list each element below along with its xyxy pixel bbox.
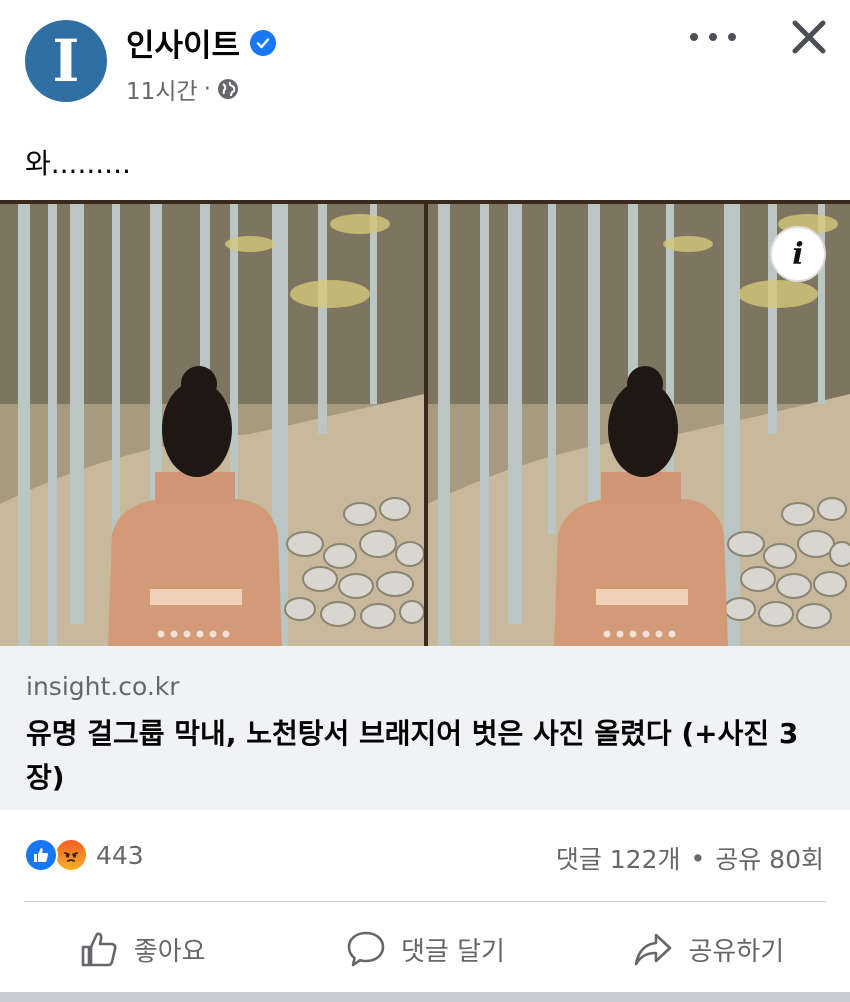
angry-reaction-icon [54,838,88,872]
share-button[interactable]: 공유하기 [567,910,850,988]
post-time[interactable]: 11시간 [126,72,198,106]
reaction-summary[interactable]: 443 [24,838,144,872]
bottom-edge [0,992,850,1002]
page-name-row: 인사이트 [126,20,277,65]
thumbs-up-icon [81,932,117,967]
meta-separator: · [203,76,211,102]
like-reaction-icon [24,838,58,872]
link-preview[interactable]: insight.co.kr 유명 걸그룹 막내, 노천탕서 브래지어 벗은 사진… [0,646,850,810]
post-photos[interactable] [0,200,850,646]
like-button[interactable]: 좋아요 [0,910,283,988]
comment-button[interactable]: 댓글 달기 [283,910,566,988]
post-header: I 인사이트 11시간 · [0,0,850,120]
post-meta: 11시간 · [126,72,239,106]
divider [24,901,826,902]
more-options-icon[interactable] [690,20,736,54]
share-label: 공유하기 [688,936,785,967]
link-title: 유명 걸그룹 막내, 노천탕서 브래지어 벗은 사진 올렸다 (+사진 3장) [26,717,799,794]
post-text: 와......... [25,147,131,180]
like-label: 좋아요 [133,936,206,967]
verified-badge-icon [250,29,277,56]
page-name[interactable]: 인사이트 [126,20,240,65]
post-stats: 댓글 122개 • 공유 80회 [556,840,824,876]
link-domain: insight.co.kr [26,672,180,701]
action-bar: 좋아요 댓글 달기 공유하기 [0,910,850,988]
reaction-count: 443 [96,840,144,870]
globe-icon [217,78,239,100]
comment-label: 댓글 달기 [401,936,505,967]
share-count[interactable]: 공유 80회 [715,840,824,876]
avatar[interactable]: I [25,20,107,102]
share-icon [635,933,672,966]
photo-left[interactable] [0,204,424,646]
info-icon[interactable]: i [770,226,826,282]
comment-count[interactable]: 댓글 122개 [556,840,681,876]
comment-icon [347,931,385,967]
stats-separator: • [690,843,706,873]
close-icon[interactable] [790,18,828,56]
avatar-letter: I [52,27,80,95]
